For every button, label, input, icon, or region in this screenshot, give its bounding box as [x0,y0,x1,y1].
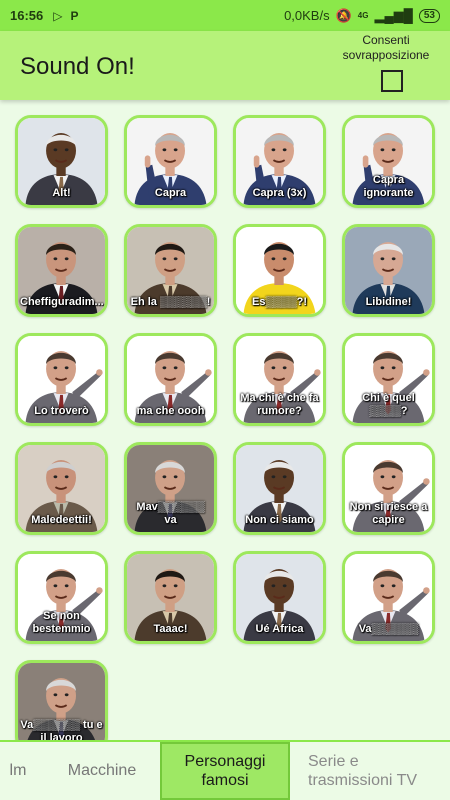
sound-tile[interactable]: Alt! [15,115,108,208]
status-time: 16:56 [10,8,44,23]
status-bar: 16:56 ▷ P 0,0KB/s 🔕 4G ▂▄▆█ 53 [0,0,450,31]
sound-label: Ma chi è che fa rumore? [240,392,319,417]
network-speed: 0,0KB/s [284,8,330,23]
sound-label: Eh la ▒▒▒▒▒▒! [130,296,211,308]
sound-label: Maledeettii! [31,514,92,526]
sound-label: Chi è quel ▒▒▒▒? [362,392,415,417]
sound-tile[interactable]: Lo troverò [15,333,108,426]
sound-tile[interactable]: Libidine! [342,224,435,317]
sound-tile[interactable]: Non si riesce a capire [342,442,435,535]
tab-serie-tv[interactable]: Serie e trasmissioni TV [308,742,443,800]
sound-tile[interactable]: Capra (3x) [233,115,326,208]
status-right: 0,0KB/s 🔕 4G ▂▄▆█ 53 [284,8,440,24]
sound-label: Se non bestemmio [32,610,91,635]
sound-tile[interactable]: Ma chi è che fa rumore? [233,333,326,426]
play-store-icon: ▷ [53,8,63,23]
sound-tile[interactable]: Taaac! [124,551,217,644]
sound-tile[interactable]: Ué Africa [233,551,326,644]
sound-tile[interactable]: Chi è quel ▒▒▒▒? [342,333,435,426]
alarm-off-icon: 🔕 [335,7,352,23]
sound-label: Lo troverò [34,405,89,417]
battery-icon: 53 [418,8,440,23]
sound-label: Va▒▒▒▒▒▒ [358,623,419,635]
sound-tile[interactable]: Se non bestemmio [15,551,108,644]
tab-personaggi-famosi[interactable]: Personaggi famosi [160,742,290,800]
sound-label: ma che oooh [136,405,205,417]
network-type: 4G [357,11,369,20]
tab-film[interactable]: lm [0,742,38,800]
sound-label: Es▒▒▒▒?! [251,296,307,308]
p-icon: P [70,8,79,23]
sound-label: Taaac! [153,623,188,635]
sound-label: Non ci siamo [245,514,314,526]
app-bar: Sound On! Consenti sovrapposizione [0,31,450,100]
signal-icon: ▂▄▆█ [374,7,413,23]
sound-label: Ué Africa [255,623,304,635]
category-tabs: lm Macchine Personaggi famosi Serie e tr… [0,740,450,800]
tab-macchine[interactable]: Macchine [54,742,150,800]
sound-tile[interactable]: Capra [124,115,217,208]
sound-tile[interactable]: Non ci siamo [233,442,326,535]
sound-tile[interactable]: ma che oooh [124,333,217,426]
sound-label: Alt! [52,187,71,199]
sound-label: Libidine! [365,296,412,308]
sound-label: Capra ignorante [363,174,414,199]
sound-tile[interactable]: Es▒▒▒▒?! [233,224,326,317]
sound-tile[interactable]: Cheffiguradim... [15,224,108,317]
sound-label: Non si riesce a capire [349,501,428,526]
sound-label: Capra (3x) [252,187,307,199]
sound-label: Mav▒▒▒▒▒▒ va [136,501,205,526]
overlay-checkbox[interactable] [381,70,403,92]
sound-tile[interactable]: Capra ignorante [342,115,435,208]
sound-tile[interactable]: Va▒▒▒▒▒▒ [342,551,435,644]
sound-tile[interactable]: Eh la ▒▒▒▒▒▒! [124,224,217,317]
overlay-label: Consenti sovrapposizione [342,33,430,62]
app-title: Sound On! [20,53,135,80]
sound-label: Cheffiguradim... [20,296,104,308]
sound-grid: Alt! Capra Capra (3x) Capra ignorante Ch… [15,115,435,753]
sound-label: Capra [154,187,187,199]
sound-tile[interactable]: Maledeettii! [15,442,108,535]
sound-tile[interactable]: Mav▒▒▒▒▒▒ va [124,442,217,535]
